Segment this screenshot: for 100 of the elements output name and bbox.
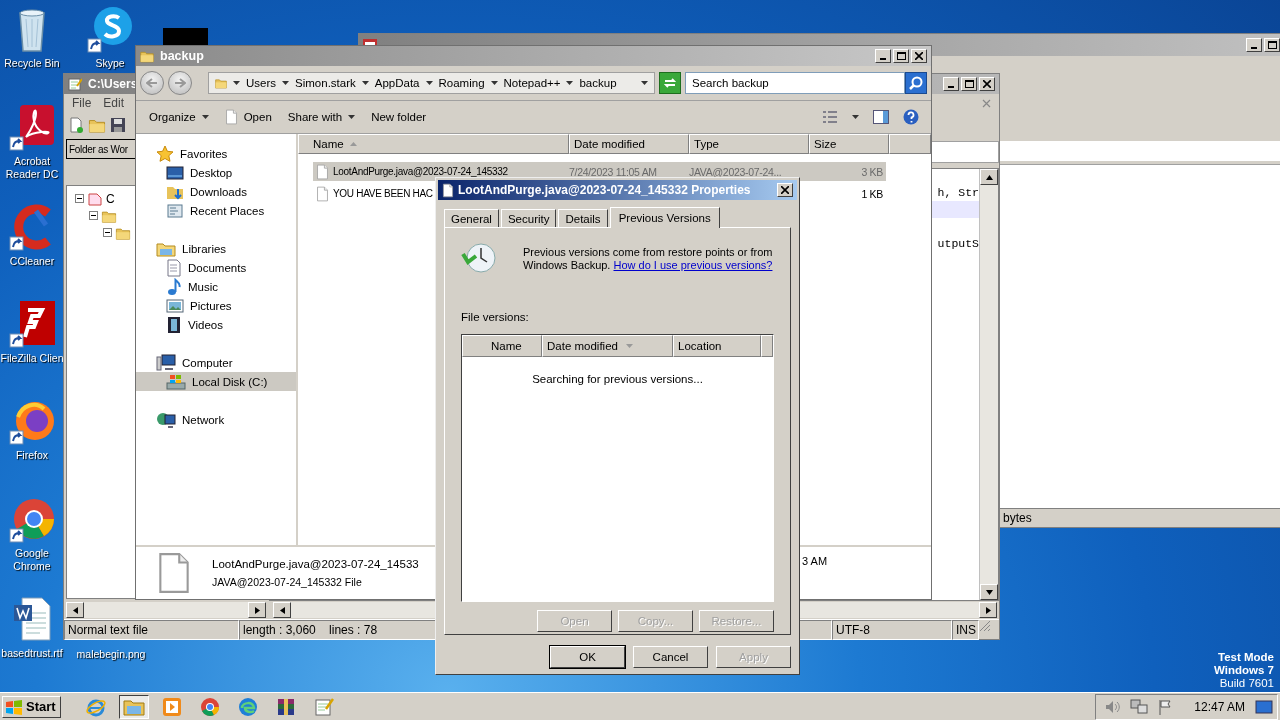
maximize-button[interactable] (893, 49, 909, 63)
breadcrumb-item[interactable]: AppData (361, 77, 420, 89)
status-text: Normal text file (64, 620, 239, 640)
maximize-button[interactable] (1264, 38, 1280, 52)
status-text: INS (952, 620, 979, 640)
start-button[interactable]: Start (2, 695, 61, 718)
close-button[interactable] (979, 77, 995, 91)
breadcrumb-item[interactable]: Roaming (425, 77, 485, 89)
scroll-arrow-button[interactable] (980, 169, 998, 185)
resize-grip-icon (979, 620, 991, 632)
minimize-button[interactable] (1246, 38, 1262, 52)
nav-item[interactable]: Pictures (136, 296, 296, 315)
drive-icon (87, 191, 103, 206)
scroll-arrow-button[interactable] (248, 602, 266, 618)
clock-restore-icon (461, 242, 497, 274)
column-header[interactable]: Date modified (569, 134, 689, 154)
sort-arrow-icon (625, 344, 633, 348)
icon-label[interactable]: Firefox (15, 449, 49, 462)
folder-icon (101, 208, 117, 223)
arrow-icon (985, 588, 993, 596)
tab[interactable]: Previous Versions (609, 207, 720, 228)
tab[interactable]: Details (558, 209, 608, 227)
icon-label[interactable]: Recycle Bin (4, 57, 60, 70)
chrome-icon (199, 696, 220, 717)
breadcrumb-item[interactable]: backup (566, 77, 617, 89)
nav-item[interactable]: Local Disk (C:) (136, 372, 296, 391)
taskbar-button[interactable] (118, 694, 149, 719)
breadcrumb-item[interactable]: Users (233, 77, 277, 89)
close-button[interactable] (911, 49, 927, 63)
clock[interactable]: 12:47 AM (1194, 699, 1245, 714)
nav-item[interactable]: Desktop (136, 163, 296, 182)
address-bar[interactable]: Users Simon.stark AppData Roaming Notepad++ backup (208, 72, 655, 94)
caret-icon (233, 81, 240, 85)
toolbar-button[interactable]: Share with (282, 109, 361, 125)
scrollbar[interactable] (979, 169, 998, 600)
tree-item[interactable]: C (106, 191, 115, 206)
help-link[interactable]: How do I use previous versions? (613, 259, 773, 271)
toolbar-button[interactable]: Organize (144, 109, 214, 125)
column-header[interactable]: Location (673, 335, 761, 357)
filezilla-icon (8, 300, 56, 348)
scroll-arrow-button[interactable] (273, 602, 291, 618)
nav-item[interactable]: Videos (136, 315, 296, 334)
list-view-icon (822, 110, 838, 124)
icon-label[interactable]: Skype (95, 57, 125, 70)
icon-label[interactable]: malebegin.png (76, 648, 146, 661)
column-header[interactable]: Name (298, 134, 569, 154)
search-field[interactable]: Search backup (685, 72, 905, 94)
icon-label[interactable]: FileZilla Clien (0, 352, 64, 365)
search-button[interactable] (905, 72, 927, 94)
help-icon (903, 109, 919, 125)
maximize-button[interactable] (961, 77, 977, 91)
breadcrumb-item[interactable]: Notepad++ (490, 77, 561, 89)
minimize-button[interactable] (875, 49, 891, 63)
tab[interactable]: General (444, 209, 499, 227)
toolbar-button[interactable]: Open (219, 107, 277, 127)
tab[interactable]: Security (500, 209, 557, 227)
pane-icon (873, 110, 889, 124)
menu-item[interactable]: File (72, 96, 92, 110)
nav-item[interactable]: Computer (136, 353, 296, 372)
computer-icon (156, 353, 176, 372)
column-header[interactable]: Type (689, 134, 809, 154)
minimize-button[interactable] (943, 77, 959, 91)
column-header[interactable]: Name (462, 335, 542, 357)
column-header[interactable]: Size (809, 134, 889, 154)
caret-icon (425, 81, 433, 85)
text-field[interactable] (999, 141, 1280, 161)
caret-icon (566, 81, 574, 85)
scroll-arrow-button[interactable] (979, 602, 997, 618)
nav-item[interactable]: Libraries (136, 239, 296, 258)
maximize-icon (1267, 41, 1277, 49)
menu-item[interactable]: Edit (103, 96, 125, 110)
back-arrow-icon (146, 78, 158, 88)
back-button[interactable] (140, 71, 164, 95)
forward-button[interactable] (168, 71, 192, 95)
icon-label[interactable]: basedtrust.rtf (1, 647, 63, 660)
scroll-arrow-button[interactable] (980, 584, 998, 600)
arrow-icon (71, 606, 79, 614)
dialog-button[interactable]: OK (550, 646, 625, 668)
column-header[interactable]: Date modified (542, 335, 673, 357)
scroll-arrow-button[interactable] (66, 602, 84, 618)
network-icon (156, 410, 176, 429)
nav-item[interactable]: Downloads (136, 182, 296, 201)
nav-item[interactable]: Documents (136, 258, 296, 277)
icon-label[interactable]: Acrobat Reader DC (0, 155, 64, 181)
date-cell: 7/24/2023 11:05 AM (569, 165, 657, 178)
new-file-icon (68, 116, 84, 133)
breadcrumb-item[interactable]: Simon.stark (282, 77, 356, 89)
refresh-button[interactable] (659, 72, 681, 94)
icon-label[interactable]: CCleaner (9, 255, 55, 268)
status-text: length : 3,060 lines : 78 (239, 620, 436, 640)
system-text: Build 7601 (1219, 677, 1274, 690)
nav-item[interactable]: Recent Places (136, 201, 296, 220)
nav-item[interactable]: Network (136, 410, 296, 429)
dialog-button[interactable]: Cancel (633, 646, 708, 668)
collapse-icon (75, 194, 84, 203)
nav-item[interactable]: Music (136, 277, 296, 296)
toolbar-button[interactable]: New folder (366, 109, 432, 125)
icon-label[interactable]: Google Chrome (0, 547, 64, 573)
close-button[interactable] (777, 183, 793, 197)
scrollbar[interactable] (66, 602, 266, 618)
